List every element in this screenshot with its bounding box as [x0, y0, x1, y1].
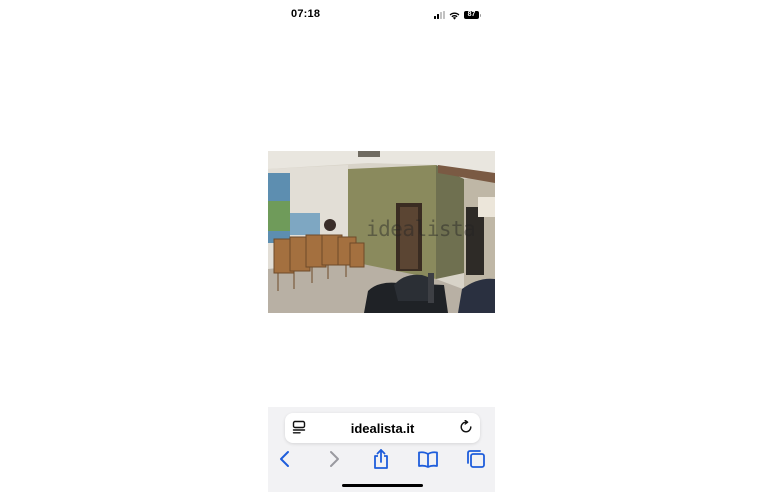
share-icon[interactable]: [370, 448, 392, 470]
address-bar[interactable]: idealista.it: [285, 413, 480, 443]
status-icons: 87: [434, 9, 481, 21]
idealista-watermark: idealista: [366, 217, 476, 241]
bookmarks-icon[interactable]: [417, 448, 439, 470]
listing-photo[interactable]: idealista: [268, 151, 495, 313]
wifi-icon: [449, 11, 460, 20]
url-text[interactable]: idealista.it: [285, 421, 480, 436]
status-time: 07:18: [291, 8, 321, 20]
back-icon[interactable]: [274, 448, 296, 470]
reload-icon[interactable]: [459, 420, 473, 434]
cellular-signal-icon: [434, 11, 445, 19]
forward-icon[interactable]: [323, 448, 345, 470]
home-indicator[interactable]: [342, 484, 423, 487]
tabs-icon[interactable]: [465, 448, 487, 470]
battery-icon: 87: [464, 11, 481, 19]
